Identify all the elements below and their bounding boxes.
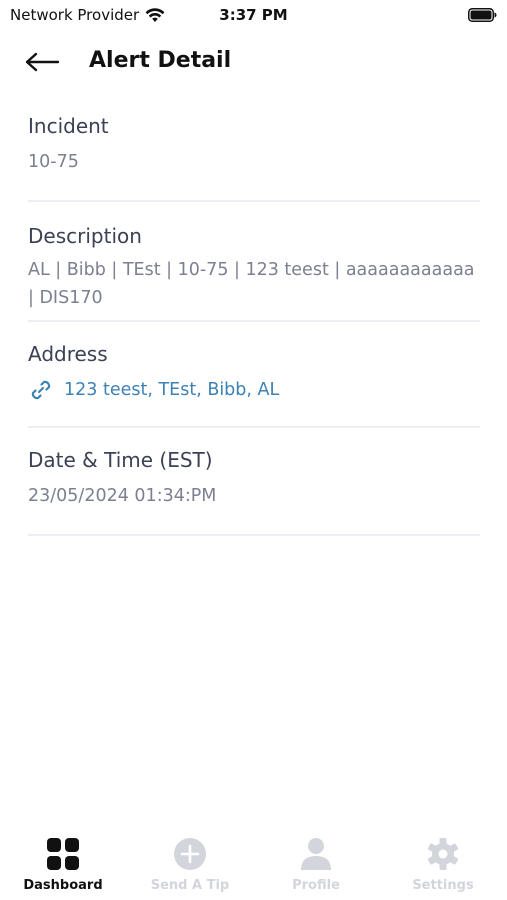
battery-icon xyxy=(468,8,497,22)
address-label: Address xyxy=(28,342,108,366)
nav-label-dashboard: Dashboard xyxy=(23,878,103,893)
bottom-nav: Dashboard Send A Tip Profile Settings xyxy=(0,836,507,900)
grid-icon xyxy=(47,838,79,870)
datetime-value: 23/05/2024 01:34:PM xyxy=(28,486,217,506)
nav-item-settings[interactable]: Settings xyxy=(380,836,506,893)
back-button[interactable] xyxy=(22,46,62,78)
header: Alert Detail xyxy=(0,40,507,84)
arrow-left-icon xyxy=(25,52,60,72)
link-icon xyxy=(31,380,51,400)
nav-item-dashboard[interactable]: Dashboard xyxy=(0,836,126,893)
description-value: AL | Bibb | TEst | 10-75 | 123 teest | a… xyxy=(28,260,475,308)
alert-details: Incident 10-75 Description AL | Bibb | T… xyxy=(28,100,480,536)
nav-label-profile: Profile xyxy=(292,878,340,893)
datetime-section: Date & Time (EST) 23/05/2024 01:34:PM xyxy=(28,428,480,536)
user-icon xyxy=(301,838,331,870)
plus-circle-icon xyxy=(174,838,206,870)
nav-label-send-a-tip: Send A Tip xyxy=(150,878,230,893)
nav-label-settings: Settings xyxy=(412,878,474,893)
gear-icon xyxy=(427,838,459,870)
incident-value: 10-75 xyxy=(28,152,79,172)
page-title: Alert Detail xyxy=(89,48,232,73)
nav-item-profile[interactable]: Profile xyxy=(253,836,379,893)
description-label: Description xyxy=(28,224,142,248)
address-link[interactable]: 123 teest, TEst, Bibb, AL xyxy=(64,376,279,404)
nav-item-send-a-tip[interactable]: Send A Tip xyxy=(127,836,253,893)
datetime-label: Date & Time (EST) xyxy=(28,448,213,472)
status-bar: Network Provider 3:37 PM xyxy=(0,0,507,34)
address-section: Address 123 teest, TEst, Bibb, AL xyxy=(28,322,480,428)
address-link-row[interactable]: 123 teest, TEst, Bibb, AL xyxy=(28,376,480,404)
status-time: 3:37 PM xyxy=(219,6,288,24)
incident-section: Incident 10-75 xyxy=(28,100,480,202)
description-section: Description AL | Bibb | TEst | 10-75 | 1… xyxy=(28,202,480,322)
incident-label: Incident xyxy=(28,114,109,138)
